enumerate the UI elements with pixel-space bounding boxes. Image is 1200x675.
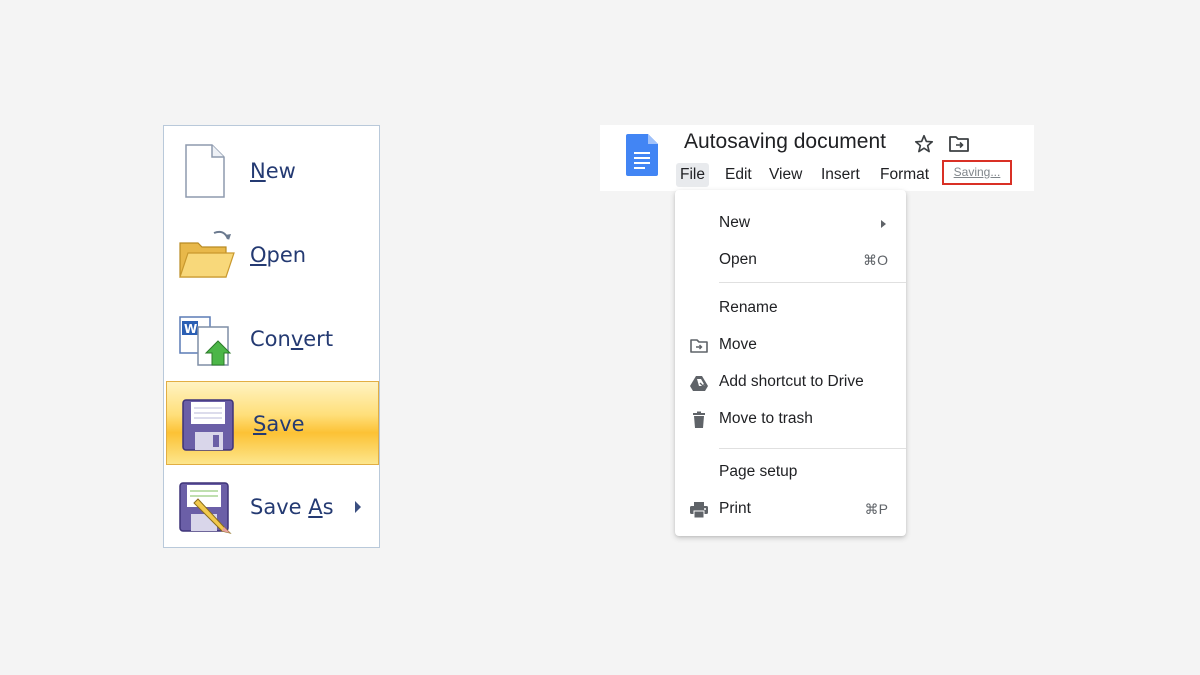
menu-item-label: Rename [719, 299, 778, 316]
printer-icon [690, 502, 708, 519]
menu-item-label: Move [719, 336, 757, 353]
menu-item-label: New [250, 159, 296, 183]
file-menu-item-add-shortcut[interactable]: Add shortcut to Drive [675, 368, 906, 398]
menu-item-label: New [719, 214, 751, 231]
menu-item-label: Add shortcut to Drive [719, 373, 864, 390]
save-status-indicator[interactable]: Saving... [942, 160, 1012, 185]
office-file-menu: New Open W Convert Save Save As [163, 125, 380, 548]
menu-item-label: Save [253, 412, 305, 436]
convert-document-icon: W [179, 316, 232, 366]
menu-item-label: Page setup [719, 463, 798, 480]
submenu-arrow-icon [355, 501, 361, 513]
menu-format[interactable]: Format [876, 163, 933, 187]
menu-item-label: Save As [250, 495, 334, 519]
file-menu-item-print[interactable]: Print ⌘P [675, 495, 906, 525]
menu-insert[interactable]: Insert [817, 163, 864, 187]
move-folder-icon[interactable] [948, 134, 970, 154]
new-document-icon [185, 144, 225, 198]
file-menu-item-page-setup[interactable]: Page setup [675, 458, 906, 488]
menu-item-label: Convert [250, 327, 334, 351]
open-folder-icon [179, 230, 235, 278]
menu-item-save[interactable]: Save [166, 381, 379, 465]
menu-divider [719, 282, 906, 283]
shortcut-label: ⌘O [863, 252, 888, 268]
document-title[interactable]: Autosaving document [684, 130, 886, 154]
file-menu-item-open[interactable]: Open ⌘O [675, 246, 906, 276]
file-menu-dropdown: New Open ⌘O Rename Move Add shortcut to … [675, 190, 906, 536]
menu-edit[interactable]: Edit [721, 163, 756, 187]
google-docs-logo-icon [626, 134, 658, 176]
menu-divider [719, 448, 906, 449]
move-folder-icon [690, 339, 708, 353]
menu-item-open[interactable]: Open [164, 213, 379, 297]
svg-text:W: W [184, 322, 197, 336]
menu-item-convert[interactable]: W Convert [164, 297, 379, 381]
save-as-icon [179, 482, 232, 534]
drive-shortcut-icon [690, 376, 708, 391]
menu-item-label: Print [719, 500, 751, 517]
menu-item-label: Open [250, 243, 307, 267]
star-icon[interactable] [913, 133, 935, 155]
menu-file[interactable]: File [676, 163, 709, 187]
submenu-arrow-icon [881, 220, 886, 228]
menu-view[interactable]: View [765, 163, 806, 187]
menu-item-new[interactable]: New [164, 129, 379, 213]
trash-icon [693, 411, 705, 428]
menu-item-save-as[interactable]: Save As [164, 465, 379, 549]
shortcut-label: ⌘P [864, 501, 888, 517]
menu-item-label: Open [719, 251, 757, 268]
menu-item-label: Move to trash [719, 410, 813, 427]
file-menu-item-rename[interactable]: Rename [675, 294, 906, 324]
file-menu-item-move[interactable]: Move [675, 331, 906, 361]
docs-header: Autosaving document File Edit View Inser… [600, 125, 1034, 191]
file-menu-item-new[interactable]: New [675, 209, 906, 239]
floppy-disk-icon [182, 399, 234, 451]
file-menu-item-move-to-trash[interactable]: Move to trash [675, 405, 906, 435]
